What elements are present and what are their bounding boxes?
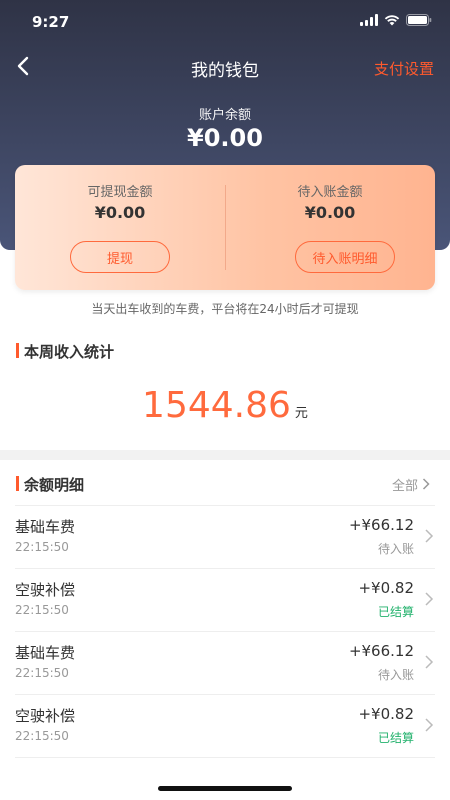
balance-detail-title: 余额明细 — [16, 474, 84, 495]
item-time: 22:15:50 — [15, 729, 69, 743]
item-status: 待入账 — [377, 542, 414, 556]
list-item[interactable]: 基础车费 22:15:50 +¥66.12 待入账 — [15, 505, 435, 568]
item-status: 待入账 — [377, 668, 414, 682]
weekly-income-amount: 1544.86 元 — [0, 385, 450, 426]
wifi-icon — [384, 14, 400, 26]
chevron-right-icon — [423, 716, 435, 734]
list-item[interactable]: 基础车费 22:15:50 +¥66.12 待入账 — [15, 631, 435, 694]
item-status: 已结算 — [377, 605, 414, 619]
chevron-right-icon — [423, 590, 435, 608]
chevron-right-icon — [423, 653, 435, 671]
item-time: 22:15:50 — [15, 540, 69, 554]
weekly-income-unit: 元 — [294, 406, 308, 421]
status-time: 9:27 — [32, 13, 70, 31]
item-name: 基础车费 — [15, 518, 76, 536]
balance-label: 账户余额 — [198, 108, 251, 123]
withdraw-button[interactable]: 提现 — [70, 241, 170, 273]
item-time: 22:15:50 — [15, 666, 69, 680]
withdrawable-section: 可提现金额 ¥0.00 提现 — [15, 165, 225, 290]
status-bar: 9:27 — [0, 0, 450, 44]
battery-icon — [406, 14, 432, 26]
item-name: 基础车费 — [15, 644, 76, 662]
list-item[interactable]: 空驶补偿 22:15:50 +¥0.82 已结算 — [15, 568, 435, 631]
balance-detail-list: 基础车费 22:15:50 +¥66.12 待入账 空驶补偿 22:15:50 … — [15, 505, 435, 768]
list-item-partial — [15, 757, 435, 768]
pending-label: 待入账金额 — [297, 185, 363, 200]
section-separator — [0, 450, 450, 460]
nav-bar: 我的钱包 支付设置 — [0, 44, 450, 88]
item-status: 已结算 — [377, 731, 414, 745]
item-name: 空驶补偿 — [15, 707, 76, 725]
home-indicator — [158, 786, 292, 791]
withdraw-notice: 当天出车收到的车费，平台将在24小时后才可提现 — [91, 302, 359, 316]
withdrawable-label: 可提现金额 — [87, 185, 153, 200]
item-amount: +¥0.82 — [358, 705, 414, 723]
item-amount: +¥66.12 — [348, 642, 414, 660]
signal-icon — [360, 14, 378, 26]
chevron-right-icon — [422, 478, 430, 494]
weekly-income-value: 1544.86 — [142, 385, 291, 426]
pay-settings-link[interactable]: 支付设置 — [374, 58, 434, 79]
view-all-label: 全部 — [391, 479, 418, 494]
withdrawable-value: ¥0.00 — [94, 203, 146, 222]
list-item[interactable]: 空驶补偿 22:15:50 +¥0.82 已结算 — [15, 694, 435, 757]
weekly-income-title: 本周收入统计 — [16, 341, 114, 362]
pending-detail-button[interactable]: 待入账明细 — [295, 241, 395, 273]
balance-card: 可提现金额 ¥0.00 提现 待入账金额 ¥0.00 待入账明细 — [15, 165, 435, 290]
balance-value: ¥0.00 — [187, 124, 263, 152]
item-amount: +¥0.82 — [358, 579, 414, 597]
item-name: 空驶补偿 — [15, 581, 76, 599]
pending-value: ¥0.00 — [304, 203, 356, 222]
status-icons — [360, 14, 432, 26]
chevron-right-icon — [423, 527, 435, 545]
pending-section: 待入账金额 ¥0.00 待入账明细 — [225, 165, 435, 290]
item-time: 22:15:50 — [15, 603, 69, 617]
view-all-link[interactable]: 全部 — [392, 475, 430, 494]
item-amount: +¥66.12 — [348, 516, 414, 534]
